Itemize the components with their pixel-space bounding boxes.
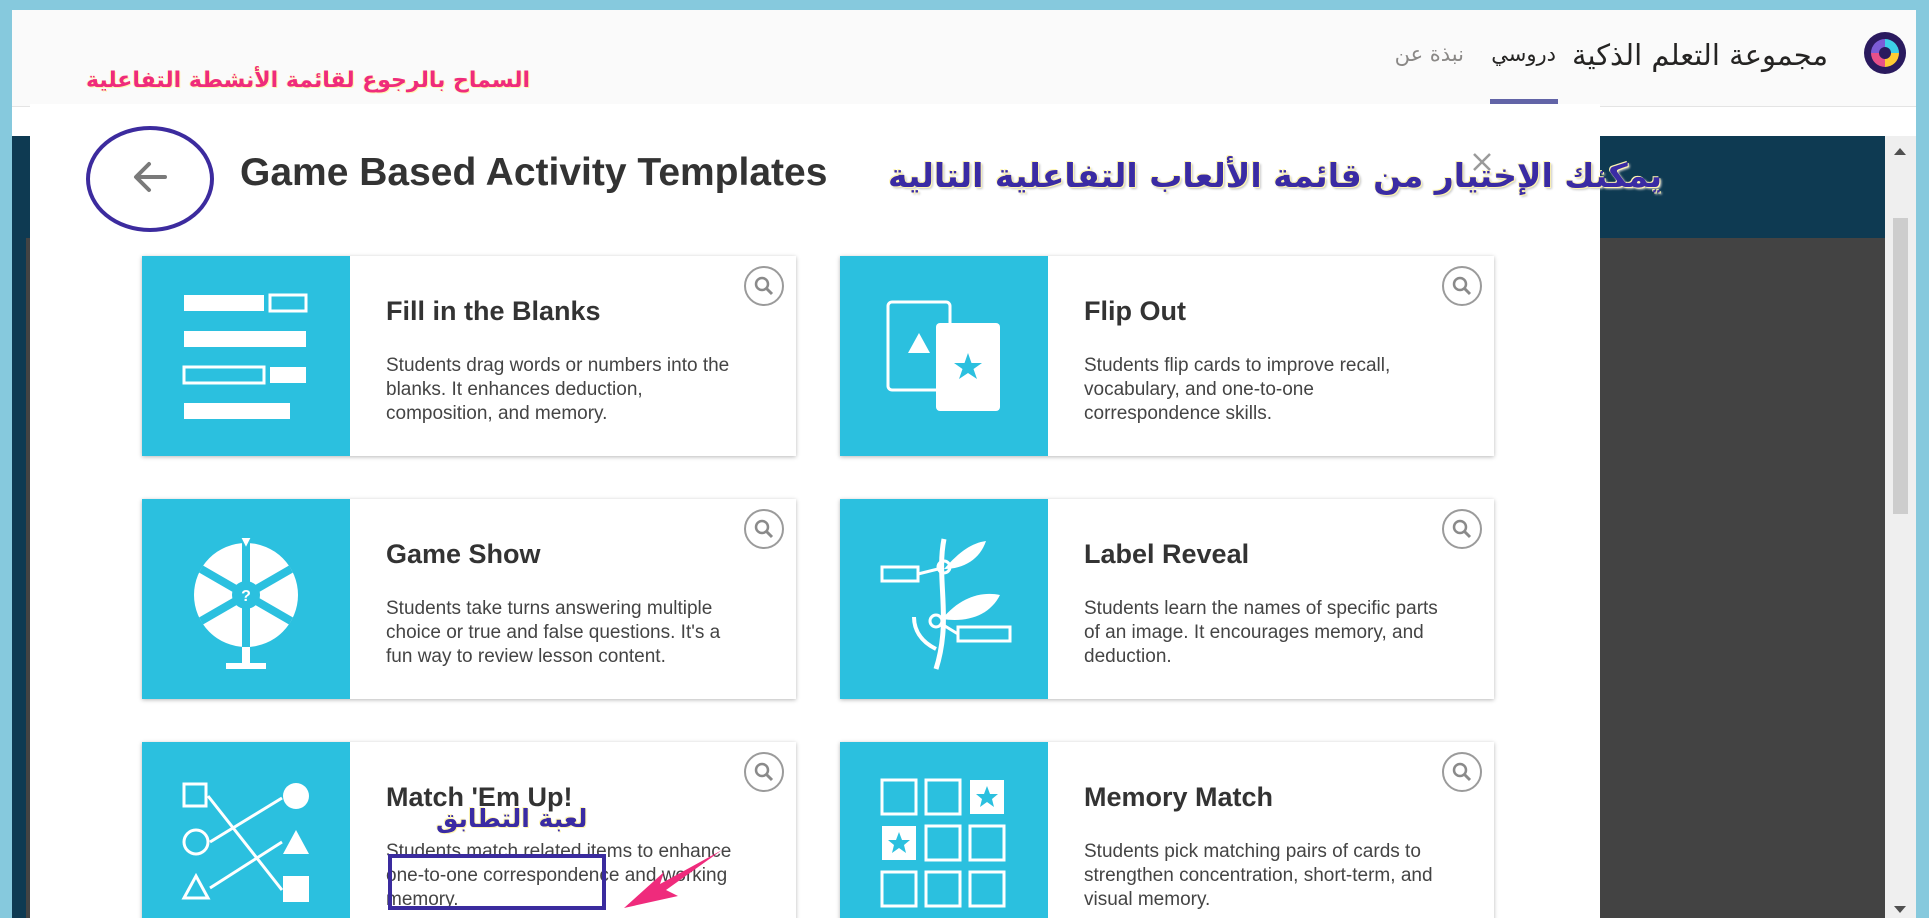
tab-about[interactable]: نبذة عن (1395, 42, 1464, 66)
preview-search-icon[interactable] (1442, 509, 1482, 549)
card-title: Flip Out (1084, 296, 1186, 326)
background-edge (12, 136, 26, 918)
template-card-memory-match[interactable]: Memory Match Students pick matching pair… (840, 742, 1494, 918)
page-scrollbar[interactable] (1885, 136, 1916, 918)
back-arrow-icon (134, 162, 167, 192)
fill-blanks-icon (142, 256, 350, 456)
card-grid-icon (840, 742, 1048, 918)
prize-wheel-icon: ? (142, 499, 350, 699)
annotation-arrow-icon (624, 850, 722, 908)
card-description: Students drag words or numbers into the … (386, 355, 730, 424)
annotation-back-label: السماح بالرجوع لقائمة الأنشطة التفاعلية (86, 68, 531, 93)
annotation-heading: يمكنك الإختيار من قائمة الألعاب التفاعلي… (888, 156, 1663, 195)
card-title: Label Reveal (1084, 539, 1250, 569)
template-card-flip-out[interactable]: Flip Out Students flip cards to improve … (840, 256, 1494, 456)
card-description: Students learn the names of specific par… (1084, 598, 1438, 667)
preview-search-icon[interactable] (1442, 752, 1482, 792)
shape-match-icon (142, 742, 350, 918)
preview-search-icon[interactable] (1442, 266, 1482, 306)
card-description: Students pick matching pairs of cards to… (1084, 841, 1433, 910)
annotation-highlight-box (388, 854, 606, 910)
annotation-match-label: لعبة التطابق (436, 804, 588, 833)
card-title: Game Show (386, 539, 541, 569)
scroll-thumb[interactable] (1893, 218, 1908, 514)
preview-search-icon[interactable] (744, 509, 784, 549)
top-header: مجموعة التعلم الذكية دروسي نبذة عن السما… (12, 10, 1916, 107)
template-card-label-reveal[interactable]: Label Reveal Students learn the names of… (840, 499, 1494, 699)
card-title: Memory Match (1084, 782, 1274, 812)
app-title: مجموعة التعلم الذكية (1571, 38, 1828, 72)
flip-cards-icon (840, 256, 1048, 456)
scroll-down-icon[interactable] (1894, 906, 1906, 913)
close-icon[interactable] (1468, 148, 1496, 176)
scroll-up-icon[interactable] (1894, 148, 1906, 155)
card-description: Students take turns answering multiple c… (386, 598, 721, 667)
dialog-title: Game Based Activity Templates (240, 151, 828, 194)
app-logo-icon (1864, 32, 1906, 74)
template-dialog: Game Based Activity Templates يمكنك الإخ… (30, 104, 1662, 918)
plant-label-icon (840, 499, 1048, 699)
card-description: Students flip cards to improve recall, v… (1084, 355, 1391, 424)
template-card-fill-blanks[interactable]: Fill in the Blanks Students drag words o… (142, 256, 796, 456)
preview-search-icon[interactable] (744, 266, 784, 306)
tab-my-lessons[interactable]: دروسي (1491, 42, 1556, 66)
app-frame: مجموعة التعلم الذكية دروسي نبذة عن السما… (12, 10, 1916, 918)
preview-search-icon[interactable] (744, 752, 784, 792)
template-card-game-show[interactable]: ? Game Show Students take turns answerin… (142, 499, 796, 699)
back-button[interactable] (115, 142, 185, 212)
svg-text:?: ? (241, 588, 251, 605)
card-title: Fill in the Blanks (386, 296, 601, 326)
